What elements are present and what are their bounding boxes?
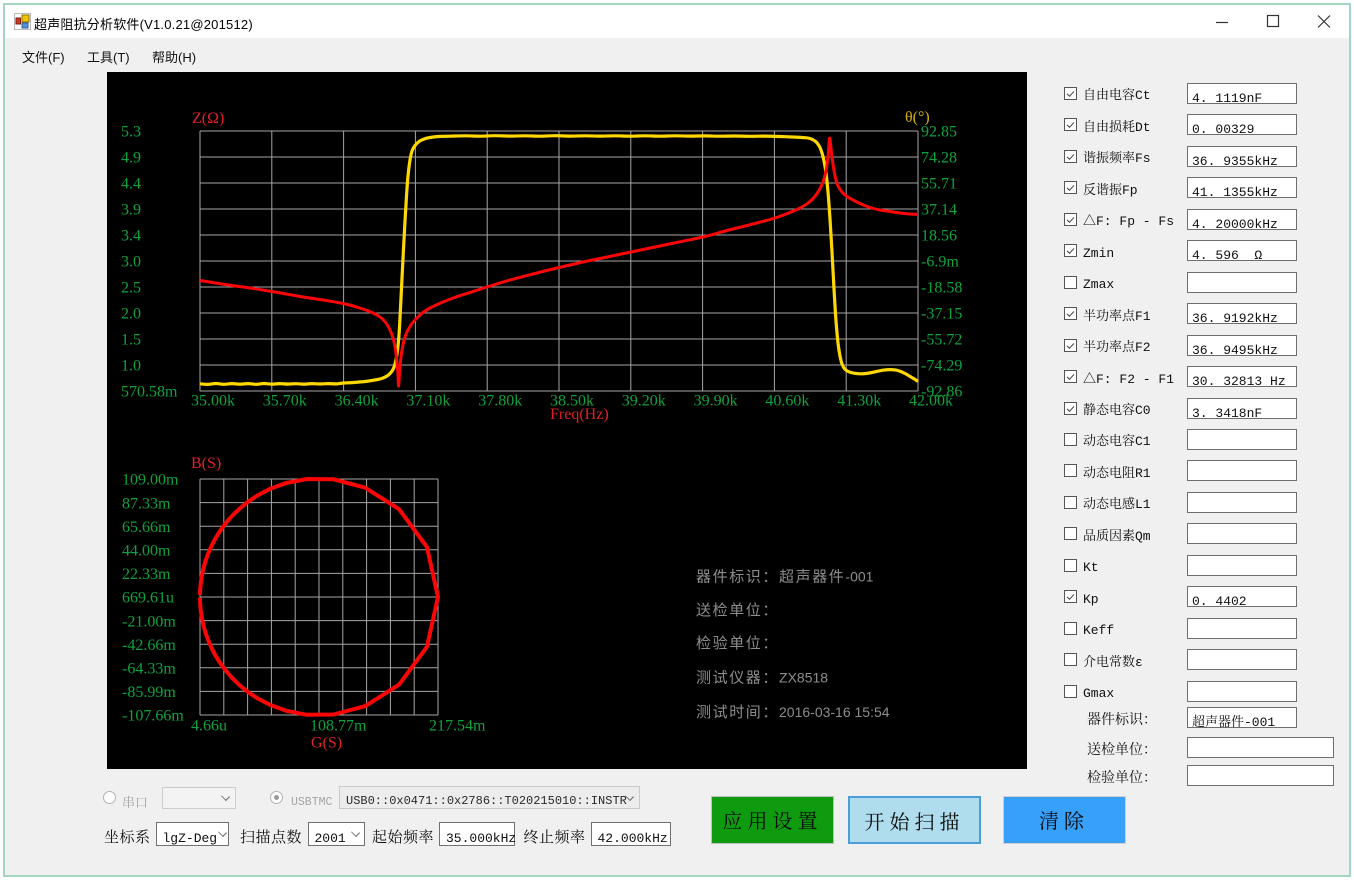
svg-text:4.66u: 4.66u: [191, 718, 227, 735]
svg-text:55.71: 55.71: [921, 176, 957, 193]
svg-text:测试时间：2016-03-16 15:54: 测试时间：2016-03-16 15:54: [696, 701, 890, 722]
svg-text:B(S): B(S): [191, 455, 221, 472]
svg-text:-18.58: -18.58: [921, 280, 962, 297]
svg-text:测试仪器：ZX8518: 测试仪器：ZX8518: [696, 667, 828, 688]
svg-text:送检单位：: 送检单位：: [696, 599, 779, 620]
svg-text:-85.99m: -85.99m: [122, 684, 176, 701]
svg-text:44.00m: 44.00m: [122, 542, 171, 559]
svg-text:Freq(Hz): Freq(Hz): [550, 406, 609, 423]
svg-text:669.61u: 669.61u: [122, 590, 174, 607]
svg-text:74.28: 74.28: [921, 150, 957, 167]
svg-text:-55.72: -55.72: [921, 332, 962, 349]
svg-text:37.14: 37.14: [921, 202, 957, 219]
svg-text:-107.66m: -107.66m: [122, 708, 184, 725]
svg-text:-37.15: -37.15: [921, 306, 962, 323]
svg-text:-74.29: -74.29: [921, 358, 962, 375]
svg-text:37.80k: 37.80k: [478, 393, 522, 410]
svg-text:3.4: 3.4: [121, 228, 141, 245]
svg-text:-42.66m: -42.66m: [122, 637, 176, 654]
svg-text:3.9: 3.9: [121, 202, 141, 219]
svg-text:1.0: 1.0: [121, 358, 141, 375]
svg-text:87.33m: 87.33m: [122, 495, 171, 512]
svg-text:1.5: 1.5: [121, 332, 141, 349]
svg-text:37.10k: 37.10k: [406, 393, 450, 410]
svg-text:-6.9m: -6.9m: [921, 254, 959, 271]
svg-text:65.66m: 65.66m: [122, 519, 171, 536]
svg-text:217.54m: 217.54m: [429, 718, 486, 735]
svg-text:器件标识：超声器件-001: 器件标识：超声器件-001: [696, 566, 874, 587]
svg-text:3.0: 3.0: [121, 254, 141, 271]
svg-text:-64.33m: -64.33m: [122, 660, 176, 677]
svg-text:G(S): G(S): [311, 735, 342, 752]
svg-text:42.00k: 42.00k: [909, 393, 953, 410]
svg-text:22.33m: 22.33m: [122, 566, 171, 583]
svg-text:570.58m: 570.58m: [121, 384, 178, 401]
svg-text:39.90k: 39.90k: [694, 393, 738, 410]
svg-text:4.4: 4.4: [121, 176, 141, 193]
svg-text:θ(°): θ(°): [905, 109, 930, 126]
svg-text:36.40k: 36.40k: [335, 393, 379, 410]
svg-text:108.77m: 108.77m: [310, 718, 367, 735]
svg-text:35.00k: 35.00k: [191, 393, 235, 410]
svg-text:41.30k: 41.30k: [837, 393, 881, 410]
svg-text:-21.00m: -21.00m: [122, 613, 176, 630]
svg-text:5.3: 5.3: [121, 124, 141, 141]
svg-text:4.9: 4.9: [121, 150, 141, 167]
svg-text:35.70k: 35.70k: [263, 393, 307, 410]
svg-text:2.5: 2.5: [121, 280, 141, 297]
svg-text:检验单位：: 检验单位：: [696, 632, 779, 653]
svg-text:92.85: 92.85: [921, 124, 957, 141]
svg-text:2.0: 2.0: [121, 306, 141, 323]
svg-text:109.00m: 109.00m: [122, 472, 179, 489]
svg-text:Z(Ω): Z(Ω): [192, 110, 224, 127]
svg-text:39.20k: 39.20k: [622, 393, 666, 410]
svg-text:18.56: 18.56: [921, 228, 957, 245]
svg-text:40.60k: 40.60k: [765, 393, 809, 410]
